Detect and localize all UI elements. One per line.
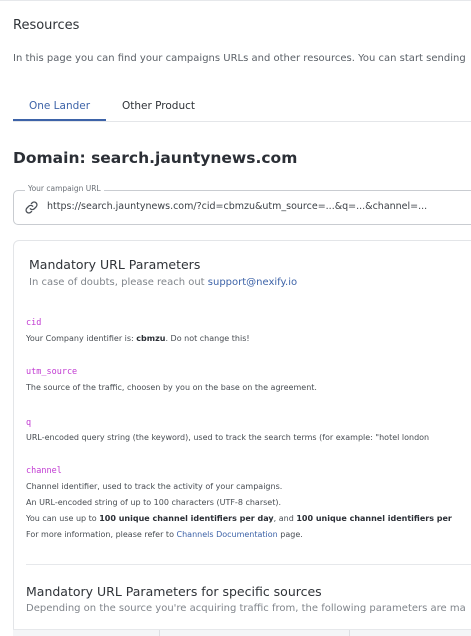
specific-params-subtitle: Depending on the source you're acquiring… <box>26 603 466 614</box>
table-column-divider <box>159 630 160 636</box>
section-divider <box>26 564 471 565</box>
param-utm-source-desc: The source of the traffic, choosen by yo… <box>26 383 317 392</box>
mandatory-params-subtitle: In case of doubts, please reach out supp… <box>29 277 298 288</box>
param-channel-desc-4: For more information, please refer to Ch… <box>26 530 303 539</box>
mandatory-params-title: Mandatory URL Parameters <box>29 257 201 272</box>
link-icon <box>25 201 38 214</box>
page-intro: In this page you can find your campaigns… <box>13 53 466 64</box>
support-email-link[interactable]: support@nexify.io <box>208 277 297 288</box>
param-channel-desc-3: You can use up to 100 unique channel ide… <box>26 514 452 523</box>
top-divider <box>0 0 471 1</box>
param-utm-source-name: utm_source <box>26 367 78 377</box>
param-channel-name: channel <box>26 466 62 476</box>
specific-params-title: Mandatory URL Parameters for specific so… <box>26 584 322 599</box>
campaign-url-label: Your campaign URL <box>25 184 104 193</box>
param-q-name: q <box>26 418 32 428</box>
param-channel-desc-1: Channel identifier, used to track the ac… <box>26 482 283 491</box>
tab-one-lander[interactable]: One Lander <box>13 94 106 121</box>
param-cid-name: cid <box>26 318 42 328</box>
domain-heading: Domain: search.jauntynews.com <box>13 149 298 167</box>
tab-bar: One Lander Other Product <box>13 94 471 122</box>
parameters-card: Mandatory URL Parameters In case of doub… <box>13 240 471 636</box>
param-cid-desc: Your Company identifier is: cbmzu. Do no… <box>26 334 250 343</box>
tab-other-product[interactable]: Other Product <box>122 94 195 121</box>
table-column-divider <box>349 630 350 636</box>
sources-table-header <box>13 629 471 636</box>
param-q-desc: URL-encoded query string (the keyword), … <box>26 433 430 442</box>
channels-documentation-link[interactable]: Channels Documentation <box>177 530 278 539</box>
campaign-url-value[interactable]: https://search.jauntynews.com/?cid=cbmzu… <box>47 201 427 212</box>
page-title: Resources <box>13 18 80 33</box>
campaign-url-field[interactable]: Your campaign URL https://search.jauntyn… <box>13 184 471 225</box>
param-channel-desc-2: An URL-encoded string of up to 100 chara… <box>26 498 282 507</box>
